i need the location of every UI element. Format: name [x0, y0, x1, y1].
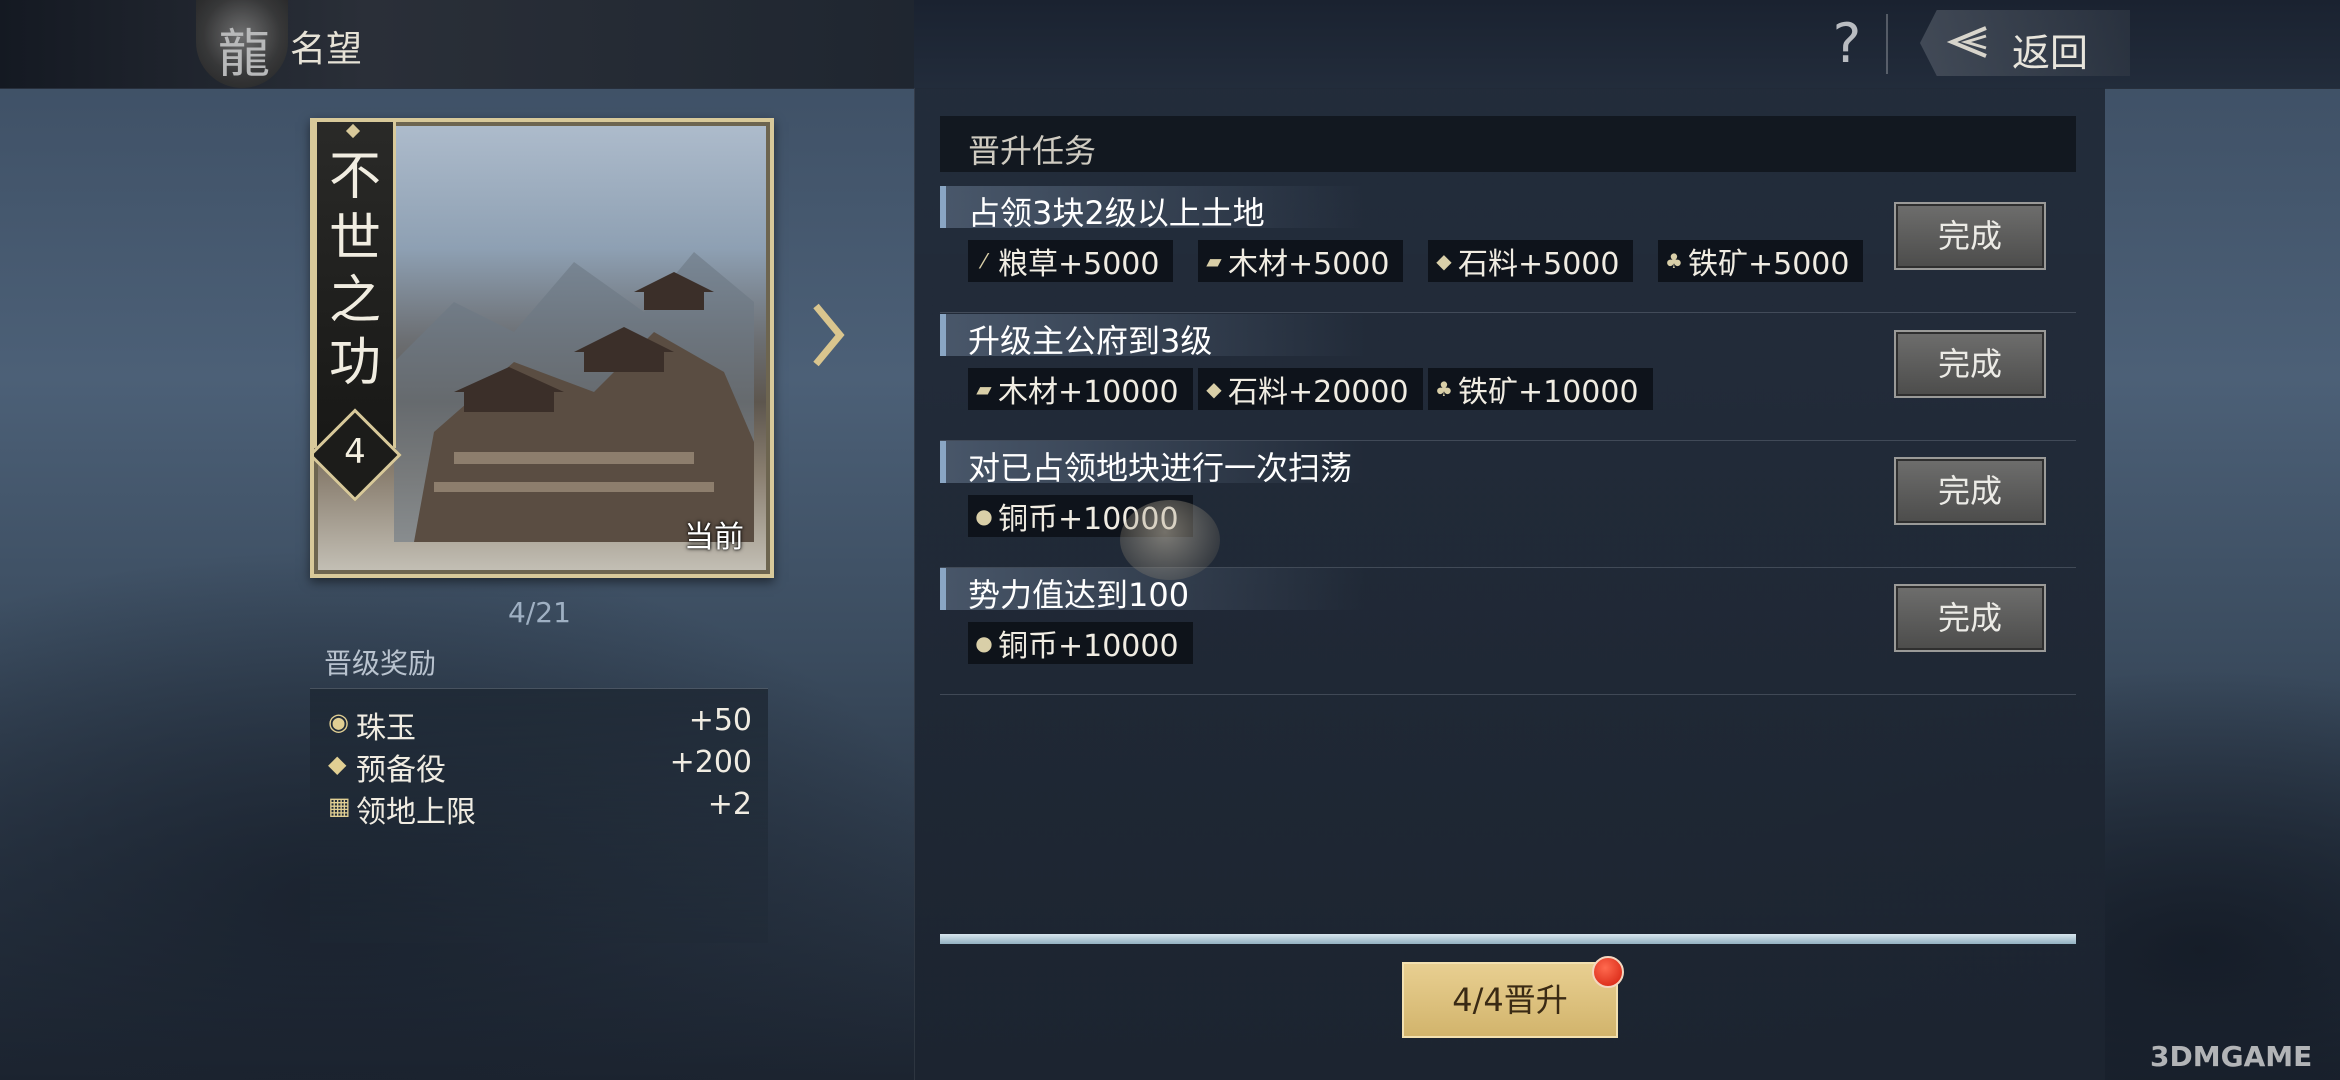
reward-row: ◆ 预备役 +200	[326, 745, 752, 788]
reward-text: 铁矿+10000	[1458, 375, 1639, 410]
reward-chip: ◆ 石料+20000	[1198, 368, 1423, 410]
grain-icon: ⁄	[982, 249, 986, 273]
complete-button[interactable]: 完成	[1894, 330, 2046, 398]
reward-label: 珠玉	[356, 711, 416, 746]
current-label: 当前	[684, 520, 744, 555]
jade-icon: ◉	[328, 708, 349, 736]
rank-name-char: 不	[328, 147, 381, 207]
copper-coin-icon: ●	[975, 504, 993, 528]
rank-name: 不 世 之 功	[317, 146, 393, 394]
task-row: 对已占领地块进行一次扫荡 ● 铜币+10000 完成	[940, 441, 2076, 568]
iron-icon: ♣	[1665, 249, 1683, 273]
stone-icon: ◆	[1206, 377, 1222, 401]
back-button-label: 返回	[2012, 31, 2089, 75]
reward-text: 粮草+5000	[998, 247, 1160, 282]
task-title: 占领3块2级以上土地	[968, 194, 1265, 232]
reward-chip: ◆ 石料+5000	[1428, 240, 1634, 282]
stone-icon: ◆	[1436, 249, 1452, 273]
page-title: 名望	[290, 29, 363, 70]
top-bar-title-area	[0, 0, 914, 88]
rank-name-char: 世	[328, 209, 381, 269]
reputation-rank-card: 不 世 之 功 4 当前	[310, 118, 774, 578]
promotion-progress-bar	[940, 934, 2076, 944]
reward-text: 石料+20000	[1228, 375, 1409, 410]
task-row: 升级主公府到3级 ▰ 木材+10000 ◆ 石料+20000 ♣ 铁矿+1000…	[940, 314, 2076, 441]
promotion-rewards-list: ◉ 珠玉 +50 ◆ 预备役 +200 ▦ 领地上限 +2	[310, 688, 768, 943]
task-row: 占领3块2级以上土地 ⁄ 粮草+5000 ▰ 木材+5000 ◆ 石料+5000…	[940, 186, 2076, 313]
reward-chip: ▰ 木材+5000	[1198, 240, 1404, 282]
rank-name-banner: 不 世 之 功	[314, 122, 396, 448]
copper-coin-icon: ●	[975, 631, 993, 655]
rank-name-char: 功	[328, 333, 381, 393]
notification-dot	[1592, 956, 1624, 988]
reward-text: 铁矿+5000	[1688, 247, 1850, 282]
reward-row: ◉ 珠玉 +50	[326, 703, 752, 746]
reward-chip: ♣ 铁矿+5000	[1658, 240, 1864, 282]
help-button[interactable]: ?	[1820, 12, 1874, 76]
rank-count: 4/21	[508, 596, 571, 629]
complete-button[interactable]: 完成	[1894, 202, 2046, 270]
back-arrow-icon	[1946, 26, 1987, 58]
emblem-icon: 龍	[196, 0, 288, 88]
reward-label: 预备役	[356, 753, 446, 788]
reward-chip: ⁄ 粮草+5000	[968, 240, 1174, 282]
territory-icon: ▦	[328, 792, 351, 820]
tasks-panel-header: 晋升任务	[940, 116, 2076, 172]
progress-fill	[940, 934, 2076, 944]
city-illustration	[394, 252, 754, 542]
mascot-watermark-icon	[1120, 500, 1220, 580]
reward-value: +50	[688, 703, 752, 738]
complete-button[interactable]: 完成	[1894, 584, 2046, 652]
reward-text: 木材+5000	[1228, 247, 1390, 282]
task-title: 升级主公府到3级	[968, 322, 1213, 360]
reward-text: 石料+5000	[1458, 247, 1620, 282]
reward-value: +2	[707, 787, 752, 822]
task-title: 对已占领地块进行一次扫荡	[968, 449, 1353, 487]
site-watermark: 3DMGAME	[2150, 1040, 2313, 1073]
reserve-troops-icon: ◆	[328, 750, 347, 778]
reward-text: 木材+10000	[998, 375, 1179, 410]
promote-button[interactable]: 4/4晋升	[1402, 962, 1618, 1038]
wood-icon: ▰	[976, 377, 992, 401]
reward-text: 铜币+10000	[998, 629, 1179, 664]
wood-icon: ▰	[1206, 249, 1222, 273]
rank-name-char: 之	[328, 271, 381, 331]
task-row: 势力值达到100 ● 铜币+10000 完成	[940, 568, 2076, 695]
complete-button[interactable]: 完成	[1894, 457, 2046, 525]
reward-row: ▦ 领地上限 +2	[326, 787, 752, 830]
promotion-rewards-title: 晋级奖励	[324, 647, 437, 680]
reward-chip: ● 铜币+10000	[968, 622, 1193, 664]
back-button[interactable]: 返回	[1920, 10, 2130, 76]
next-rank-arrow-icon[interactable]	[808, 300, 848, 370]
reward-label: 领地上限	[356, 795, 476, 830]
reward-value: +200	[669, 745, 752, 780]
reward-chip: ▰ 木材+10000	[968, 368, 1193, 410]
level-number: 4	[344, 432, 366, 472]
divider	[1886, 14, 1888, 74]
tasks-panel-title: 晋升任务	[968, 132, 1097, 170]
banner-ornament	[345, 123, 361, 139]
iron-icon: ♣	[1435, 377, 1453, 401]
reward-chip: ♣ 铁矿+10000	[1428, 368, 1653, 410]
